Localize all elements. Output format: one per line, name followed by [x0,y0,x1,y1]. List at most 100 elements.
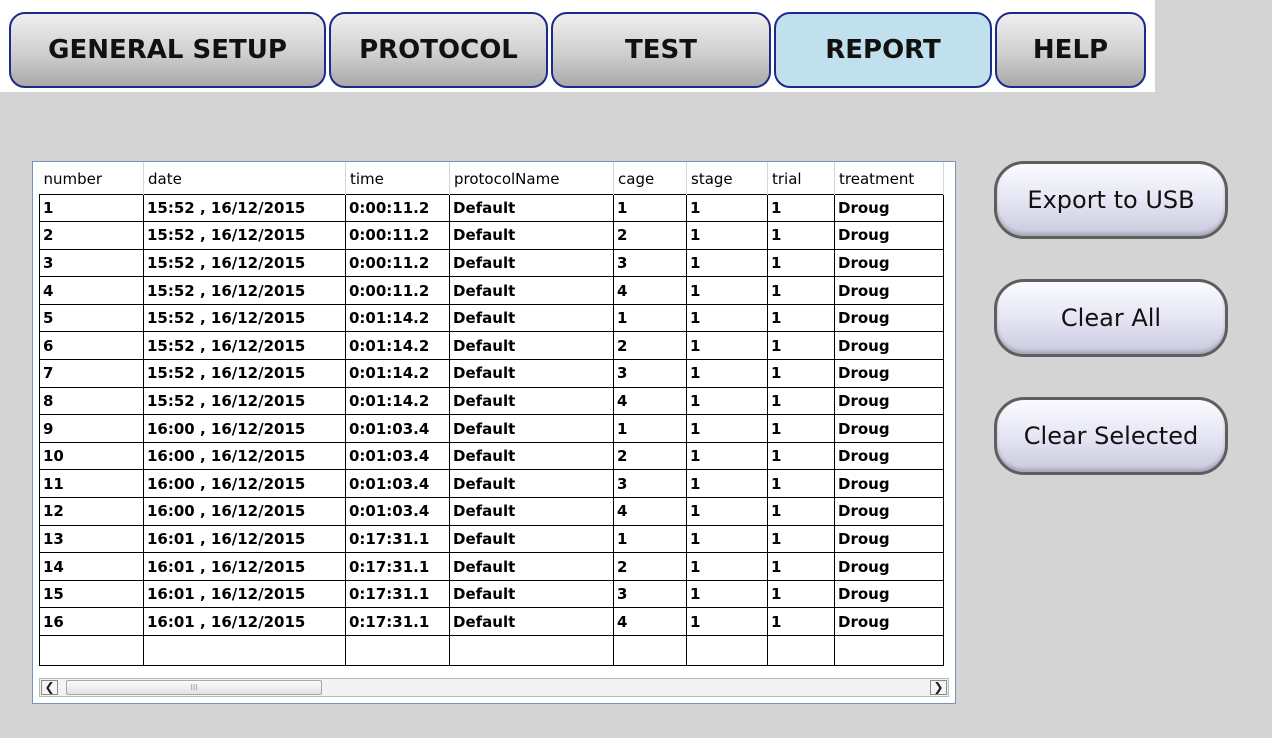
cell-stage[interactable]: 1 [686,441,768,471]
cell-cage[interactable]: 4 [613,386,687,416]
cell-date[interactable]: 15:52 , 16/12/2015 [143,359,346,388]
cell-protocol-name[interactable]: Default [449,193,614,223]
table-row[interactable]: 7 15:52 , 16/12/2015 0:01:14.2 Default 3 1 1 Dr… [39,359,944,388]
cell-trial[interactable]: 1 [767,441,835,471]
table-row[interactable]: 2 15:52 , 16/12/2015 0:00:11.2 Default 2 1 1 Dr… [39,221,944,250]
cell-treatment[interactable]: Droug [834,579,944,609]
table-row[interactable]: 6 15:52 , 16/12/2015 0:01:14.2 Default 2 1 1 Dr… [39,331,944,361]
cell-number[interactable]: 13 [39,524,144,554]
cell-protocol-name[interactable]: Default [449,359,614,388]
cell-treatment[interactable]: Droug [834,607,944,636]
cell-time[interactable]: 0:00:11.2 [345,193,450,223]
cell-protocol-name[interactable]: Default [449,552,614,581]
table-empty-row[interactable] [39,635,944,666]
cell-trial[interactable]: 1 [767,497,835,526]
cell-number[interactable]: 5 [39,303,144,333]
table-row[interactable]: 14 16:01 , 16/12/2015 0:17:31.1 Default 2 1 1 D… [39,552,944,581]
cell-cage[interactable]: 2 [613,221,687,250]
cell-time[interactable]: 0:17:31.1 [345,524,450,554]
cell-protocol-name[interactable]: Default [449,579,614,609]
cell-date[interactable]: 15:52 , 16/12/2015 [143,331,346,361]
table-row[interactable]: 1 15:52 , 16/12/2015 0:00:11.2 Default 1 1 1 Dr… [39,193,944,223]
cell-date[interactable]: 15:52 , 16/12/2015 [143,303,346,333]
cell-date[interactable]: 16:00 , 16/12/2015 [143,497,346,526]
table-row[interactable]: 9 16:00 , 16/12/2015 0:01:03.4 Default 1 1 1 Dr… [39,414,944,443]
cell-time[interactable]: 0:01:03.4 [345,497,450,526]
cell-empty[interactable] [767,635,835,666]
cell-protocol-name[interactable]: Default [449,221,614,250]
cell-date[interactable]: 15:52 , 16/12/2015 [143,221,346,250]
cell-stage[interactable]: 1 [686,607,768,636]
table-row[interactable]: 12 16:00 , 16/12/2015 0:01:03.4 Default 4 1 1 D… [39,497,944,526]
cell-date[interactable]: 15:52 , 16/12/2015 [143,276,346,305]
cell-time[interactable]: 0:01:03.4 [345,441,450,471]
column-header-treatment[interactable]: treatment [834,162,944,194]
cell-stage[interactable]: 1 [686,552,768,581]
cell-number[interactable]: 3 [39,248,144,278]
cell-protocol-name[interactable]: Default [449,303,614,333]
cell-cage[interactable]: 1 [613,524,687,554]
cell-date[interactable]: 15:52 , 16/12/2015 [143,248,346,278]
cell-cage[interactable]: 3 [613,579,687,609]
column-header-time[interactable]: time [345,162,450,194]
cell-trial[interactable]: 1 [767,359,835,388]
cell-stage[interactable]: 1 [686,414,768,443]
cell-trial[interactable]: 1 [767,607,835,636]
cell-number[interactable]: 10 [39,441,144,471]
cell-protocol-name[interactable]: Default [449,607,614,636]
table-row[interactable]: 8 15:52 , 16/12/2015 0:01:14.2 Default 4 1 1 Dr… [39,386,944,416]
cell-date[interactable]: 16:01 , 16/12/2015 [143,552,346,581]
cell-date[interactable]: 15:52 , 16/12/2015 [143,386,346,416]
cell-protocol-name[interactable]: Default [449,276,614,305]
column-header-protocol-name[interactable]: protocolName [449,162,614,194]
cell-trial[interactable]: 1 [767,524,835,554]
cell-date[interactable]: 16:01 , 16/12/2015 [143,524,346,554]
cell-treatment[interactable]: Droug [834,359,944,388]
cell-time[interactable]: 0:17:31.1 [345,552,450,581]
cell-number[interactable]: 2 [39,221,144,250]
cell-cage[interactable]: 1 [613,193,687,223]
cell-treatment[interactable]: Droug [834,414,944,443]
cell-empty[interactable] [613,635,687,666]
scrollbar-thumb[interactable]: III [66,680,322,695]
export-to-usb-button[interactable]: Export to USB [994,161,1228,239]
cell-number[interactable]: 1 [39,193,144,223]
tab-help[interactable]: HELP [995,12,1146,88]
cell-stage[interactable]: 1 [686,331,768,361]
cell-trial[interactable]: 1 [767,276,835,305]
cell-empty[interactable] [39,635,144,666]
table-row[interactable]: 16 16:01 , 16/12/2015 0:17:31.1 Default 4 1 1 D… [39,607,944,636]
cell-cage[interactable]: 2 [613,552,687,581]
cell-treatment[interactable]: Droug [834,441,944,471]
cell-trial[interactable]: 1 [767,303,835,333]
cell-treatment[interactable]: Droug [834,331,944,361]
cell-number[interactable]: 8 [39,386,144,416]
report-table-panel[interactable]: number date time protocolName cage stage… [32,161,956,704]
cell-stage[interactable]: 1 [686,221,768,250]
cell-number[interactable]: 11 [39,469,144,499]
cell-treatment[interactable]: Droug [834,552,944,581]
cell-date[interactable]: 15:52 , 16/12/2015 [143,193,346,223]
cell-time[interactable]: 0:00:11.2 [345,276,450,305]
cell-treatment[interactable]: Droug [834,193,944,223]
cell-protocol-name[interactable]: Default [449,386,614,416]
cell-protocol-name[interactable]: Default [449,331,614,361]
cell-cage[interactable]: 3 [613,469,687,499]
tab-protocol[interactable]: PROTOCOL [329,12,548,88]
cell-empty[interactable] [686,635,768,666]
cell-treatment[interactable]: Droug [834,221,944,250]
cell-time[interactable]: 0:01:14.2 [345,303,450,333]
cell-time[interactable]: 0:01:03.4 [345,414,450,443]
table-row[interactable]: 3 15:52 , 16/12/2015 0:00:11.2 Default 3 1 1 Dr… [39,248,944,278]
column-header-date[interactable]: date [143,162,346,194]
table-row[interactable]: 10 16:00 , 16/12/2015 0:01:03.4 Default 2 1 1 D… [39,441,944,471]
cell-time[interactable]: 0:01:03.4 [345,469,450,499]
cell-date[interactable]: 16:00 , 16/12/2015 [143,469,346,499]
column-header-stage[interactable]: stage [686,162,768,194]
cell-trial[interactable]: 1 [767,579,835,609]
cell-treatment[interactable]: Droug [834,469,944,499]
cell-cage[interactable]: 4 [613,607,687,636]
cell-treatment[interactable]: Droug [834,303,944,333]
table-row[interactable]: 11 16:00 , 16/12/2015 0:01:03.4 Default 3 1 1 D… [39,469,944,499]
cell-trial[interactable]: 1 [767,552,835,581]
